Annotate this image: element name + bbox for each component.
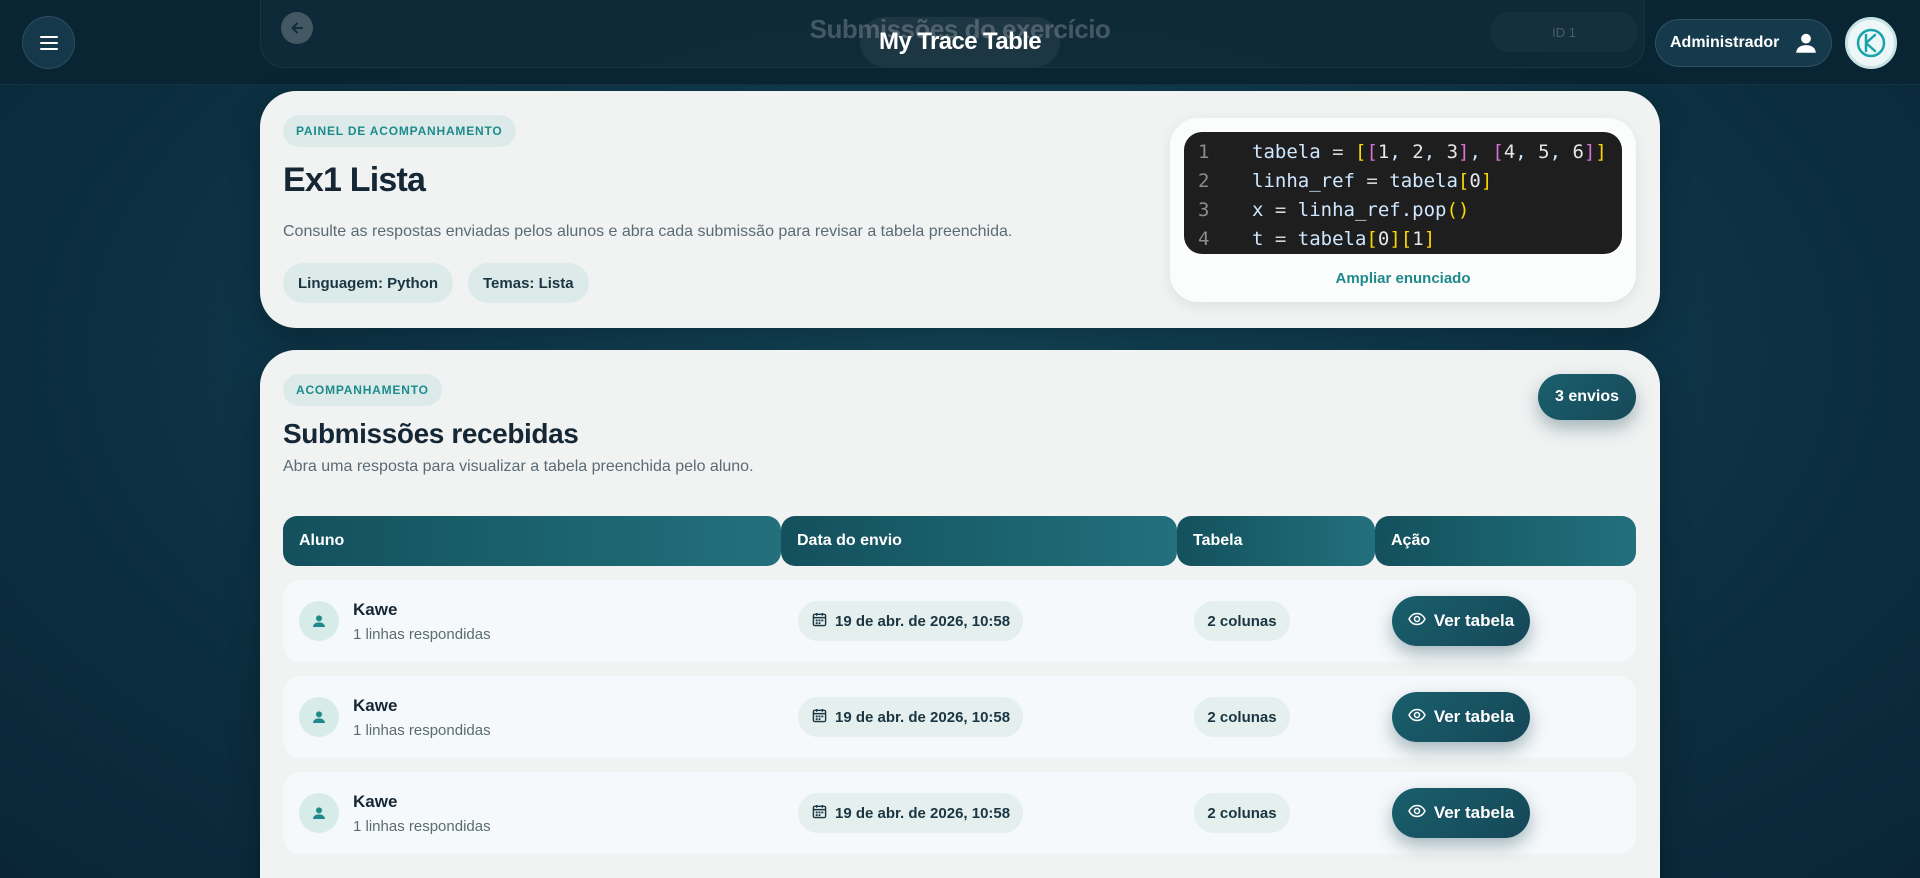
person-icon — [299, 601, 339, 641]
code-line: 2 linha_ref = tabela[0] — [1198, 170, 1493, 192]
table-row: Kawe 1 linhas respondidas 19 de abr. de … — [283, 580, 1636, 662]
table-row: Kawe 1 linhas respondidas 19 de abr. de … — [283, 772, 1636, 854]
user-menu-button[interactable]: Administrador — [1655, 19, 1832, 67]
language-tag: Linguagem: Python — [283, 263, 453, 303]
student-name: Kawe — [353, 792, 398, 811]
menu-icon — [39, 35, 58, 38]
submission-date: 19 de abr. de 2026, 10:58 — [798, 793, 1023, 833]
column-header-table: Tabela — [1177, 516, 1375, 566]
column-header-date: Data do envio — [781, 516, 1177, 566]
submissions-title: Submissões recebidas — [283, 418, 579, 449]
eye-icon — [1407, 707, 1426, 727]
column-header-student: Aluno — [283, 516, 781, 566]
answered-lines: 1 linhas respondidas — [353, 818, 491, 835]
column-header-action: Ação — [1375, 516, 1636, 566]
calendar-icon — [812, 612, 827, 631]
code-block: 1 tabela = [[1, 2, 3], [4, 5, 6]] 2 linha_… — [1184, 132, 1622, 254]
submissions-count-badge: 3 envios — [1538, 374, 1636, 420]
user-name: Administrador — [1670, 34, 1780, 51]
submission-date: 19 de abr. de 2026, 10:58 — [798, 697, 1023, 737]
table-row: Kawe 1 linhas respondidas 19 de abr. de … — [283, 676, 1636, 758]
student-name: Kawe — [353, 600, 398, 619]
submissions-eyebrow: ACOMPANHAMENTO — [283, 374, 442, 406]
table-header: Aluno Data do envio Tabela Ação — [283, 516, 1636, 566]
table-columns-count: 2 colunas — [1194, 697, 1290, 737]
student-name: Kawe — [353, 696, 398, 715]
code-line: 4t = tabela[0][1] — [1198, 228, 1436, 250]
logo-icon[interactable] — [1845, 17, 1897, 69]
answered-lines: 1 linhas respondidas — [353, 626, 491, 643]
menu-button[interactable] — [22, 16, 75, 69]
panel-eyebrow: PAINEL DE ACOMPANHAMENTO — [283, 115, 516, 147]
top-bar: Submissões do exercício ID 1 My Trace Ta… — [0, 0, 1920, 85]
view-table-button[interactable]: Ver tabela — [1392, 788, 1530, 838]
exercise-title: Ex1 Lista — [283, 161, 426, 199]
view-table-button[interactable]: Ver tabela — [1392, 596, 1530, 646]
table-columns-count: 2 colunas — [1194, 793, 1290, 833]
submission-date: 19 de abr. de 2026, 10:58 — [798, 601, 1023, 641]
expand-statement-link[interactable]: Ampliar enunciado — [1170, 270, 1636, 287]
calendar-icon — [812, 708, 827, 727]
background-id-badge: ID 1 — [1490, 12, 1638, 52]
calendar-icon — [812, 804, 827, 823]
code-line: 3x = linha_ref.pop() — [1198, 199, 1470, 221]
code-preview: 1 tabela = [[1, 2, 3], [4, 5, 6]] 2 linha_… — [1170, 118, 1636, 302]
view-table-button[interactable]: Ver tabela — [1392, 692, 1530, 742]
exercise-description: Consulte as respostas enviadas pelos alu… — [283, 223, 1013, 240]
submissions-panel: ACOMPANHAMENTO Submissões recebidas Abra… — [260, 350, 1660, 878]
themes-tag: Temas: Lista — [468, 263, 589, 303]
submissions-subtitle: Abra uma resposta para visualizar a tabe… — [283, 458, 754, 475]
user-icon — [1793, 30, 1819, 56]
eye-icon — [1407, 803, 1426, 823]
app-brand[interactable]: My Trace Table — [860, 17, 1060, 67]
code-line: 1 tabela = [[1, 2, 3], [4, 5, 6]] — [1198, 141, 1607, 163]
answered-lines: 1 linhas respondidas — [353, 722, 491, 739]
person-icon — [299, 697, 339, 737]
eye-icon — [1407, 611, 1426, 631]
exercise-panel: PAINEL DE ACOMPANHAMENTO Ex1 Lista Consu… — [260, 91, 1660, 328]
person-icon — [299, 793, 339, 833]
table-columns-count: 2 colunas — [1194, 601, 1290, 641]
